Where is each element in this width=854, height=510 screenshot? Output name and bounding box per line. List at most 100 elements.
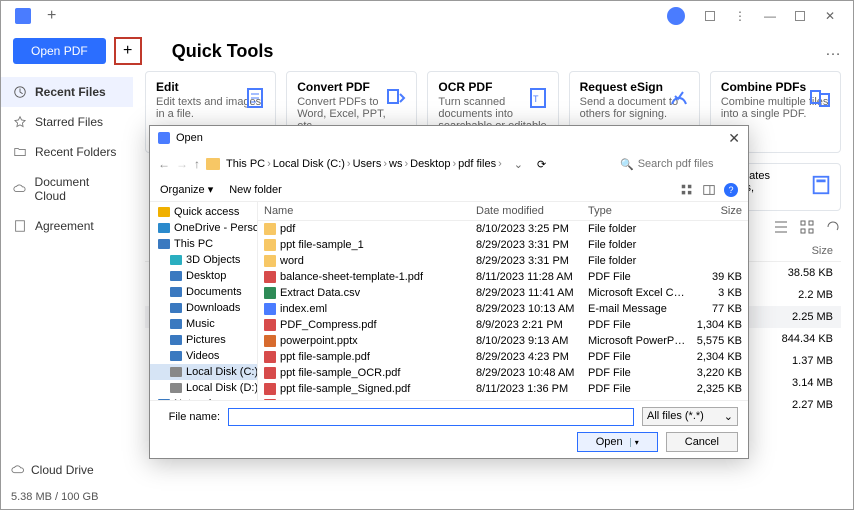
refresh-view-icon[interactable] <box>825 219 841 235</box>
tree-item[interactable]: This PC <box>150 236 257 252</box>
obj-icon <box>170 255 182 265</box>
file-type-filter[interactable]: All files (*.*) ⌄ <box>642 407 738 426</box>
organize-button[interactable]: Organize ▾ <box>160 183 213 196</box>
window-maximize-icon[interactable] <box>793 9 807 23</box>
tree-item[interactable]: Quick access <box>150 204 257 220</box>
dialog-close-icon[interactable]: ✕ <box>728 130 740 147</box>
nav-forward-icon[interactable]: → <box>176 157 188 171</box>
col-size[interactable]: Size <box>688 205 742 217</box>
open-pdf-button[interactable]: Open PDF <box>13 38 106 64</box>
breadcrumb-sep-icon: › <box>267 158 271 170</box>
card-icon <box>384 86 408 110</box>
file-row[interactable]: ppt file-sample_OCR.pdf8/29/2023 10:48 A… <box>258 365 748 381</box>
file-name-input[interactable] <box>228 408 634 426</box>
pdf-icon <box>264 351 276 363</box>
breadcrumb-sep-icon: › <box>452 158 456 170</box>
dialog-cancel-button[interactable]: Cancel <box>666 432 738 452</box>
file-row[interactable]: ppt file-sample_18/29/2023 3:31 PMFile f… <box>258 237 748 253</box>
file-row[interactable]: index.eml8/29/2023 10:13 AME-mail Messag… <box>258 301 748 317</box>
file-row[interactable]: word8/29/2023 3:31 PMFile folder <box>258 253 748 269</box>
list-view-icon[interactable] <box>773 219 789 235</box>
dialog-open-button[interactable]: Open ▾ <box>577 432 658 452</box>
ppt-icon <box>264 335 276 347</box>
clock-icon <box>13 85 27 99</box>
breadcrumb[interactable]: Local Disk (C:) <box>273 158 345 170</box>
sidebar-item-label: Starred Files <box>35 115 103 129</box>
file-row[interactable]: PDF_Compress.pdf8/9/2023 2:21 PMPDF File… <box>258 317 748 333</box>
tree-item[interactable]: Local Disk (C:) <box>150 364 257 380</box>
tree-item[interactable]: Videos <box>150 348 257 364</box>
card-icon <box>667 86 691 110</box>
breadcrumb[interactable]: ws <box>389 158 402 170</box>
size-header[interactable]: Size <box>763 245 833 257</box>
breadcrumb[interactable]: Users <box>353 158 382 170</box>
star-icon <box>13 115 27 129</box>
templates-icon <box>810 174 832 196</box>
search-input[interactable] <box>638 158 728 170</box>
sidebar-item-document-cloud[interactable]: Document Cloud <box>1 167 133 211</box>
grid-view-icon[interactable] <box>799 219 815 235</box>
user-avatar-icon[interactable] <box>667 7 685 25</box>
page-title: Quick Tools <box>172 41 274 62</box>
file-row[interactable]: ppt file-sample_Signed.pdf8/11/2023 1:36… <box>258 381 748 397</box>
file-row[interactable]: powerpoint.pptx8/10/2023 9:13 AMMicrosof… <box>258 333 748 349</box>
app-tab-icon[interactable] <box>15 8 31 24</box>
tree-item[interactable]: Downloads <box>150 300 257 316</box>
breadcrumb[interactable]: Desktop <box>410 158 450 170</box>
star-icon <box>158 207 170 217</box>
sidebar-item-label: Recent Folders <box>35 145 116 159</box>
titlebar: + ⋮ — ✕ <box>1 1 853 31</box>
dialog-title-bar: Open ✕ <box>150 126 748 150</box>
cloud-icon <box>158 223 170 233</box>
create-pdf-button[interactable]: + <box>114 37 142 65</box>
breadcrumb[interactable]: pdf files <box>458 158 496 170</box>
pdf-icon <box>264 319 276 331</box>
view-mode-icon[interactable] <box>680 183 694 197</box>
file-name-label: File name: <box>160 411 220 423</box>
tree-item[interactable]: Music <box>150 316 257 332</box>
preview-pane-icon[interactable] <box>702 183 716 197</box>
new-folder-button[interactable]: New folder <box>229 184 282 196</box>
cloud-icon <box>13 182 27 196</box>
nav-up-icon[interactable]: ↑ <box>194 157 200 171</box>
mus-icon <box>170 319 182 329</box>
tree-item[interactable]: OneDrive - Person <box>150 220 257 236</box>
sidebar-item-starred-files[interactable]: Starred Files <box>1 107 133 137</box>
col-type[interactable]: Type <box>588 205 688 217</box>
tree-item[interactable]: Pictures <box>150 332 257 348</box>
sidebar-item-recent-files[interactable]: Recent Files <box>1 77 133 107</box>
new-tab-button[interactable]: + <box>47 7 56 25</box>
col-name[interactable]: Name <box>264 205 476 217</box>
tree-item[interactable]: Desktop <box>150 268 257 284</box>
dialog-nav: ← → ↑ This PC›Local Disk (C:)›Users›ws›D… <box>150 150 748 178</box>
path-dropdown-icon[interactable]: ⌄ <box>514 158 523 171</box>
sidebar-cloud-drive[interactable]: Cloud Drive <box>11 463 94 477</box>
window-close-icon[interactable]: ✕ <box>823 9 837 23</box>
eml-icon <box>264 303 276 315</box>
pdf-icon <box>264 271 276 283</box>
tree-item[interactable]: Local Disk (D:) <box>150 380 257 396</box>
help-icon[interactable]: ? <box>724 183 738 197</box>
folder-icon <box>264 223 276 235</box>
nav-back-icon[interactable]: ← <box>158 157 170 171</box>
sidebar: Recent Files Starred Files Recent Folder… <box>1 71 133 509</box>
window-minimize-icon[interactable]: — <box>763 9 777 23</box>
nav-refresh-icon[interactable]: ⟳ <box>537 158 546 171</box>
sidebar-item-agreement[interactable]: Agreement <box>1 211 133 241</box>
file-row[interactable]: Extract Data.csv8/29/2023 11:41 AMMicros… <box>258 285 748 301</box>
storage-label: 5.38 MB / 100 GB <box>11 491 98 503</box>
sidebar-item-recent-folders[interactable]: Recent Folders <box>1 137 133 167</box>
search-icon: 🔍 <box>620 158 634 171</box>
breadcrumb-sep-icon: › <box>404 158 408 170</box>
file-row[interactable]: pdf8/10/2023 3:25 PMFile folder <box>258 221 748 237</box>
breadcrumb[interactable]: This PC <box>226 158 265 170</box>
window-menu-icon[interactable]: ⋮ <box>733 9 747 23</box>
more-tools-icon[interactable]: … <box>825 42 841 60</box>
window-feedback-icon[interactable] <box>703 9 717 23</box>
file-row[interactable]: ppt file-sample.pdf8/29/2023 4:23 PMPDF … <box>258 349 748 365</box>
file-row[interactable]: balance-sheet-template-1.pdf8/11/2023 11… <box>258 269 748 285</box>
tree-item[interactable]: Documents <box>150 284 257 300</box>
col-date[interactable]: Date modified <box>476 205 588 217</box>
dialog-search[interactable]: 🔍 <box>620 158 740 171</box>
tree-item[interactable]: 3D Objects <box>150 252 257 268</box>
